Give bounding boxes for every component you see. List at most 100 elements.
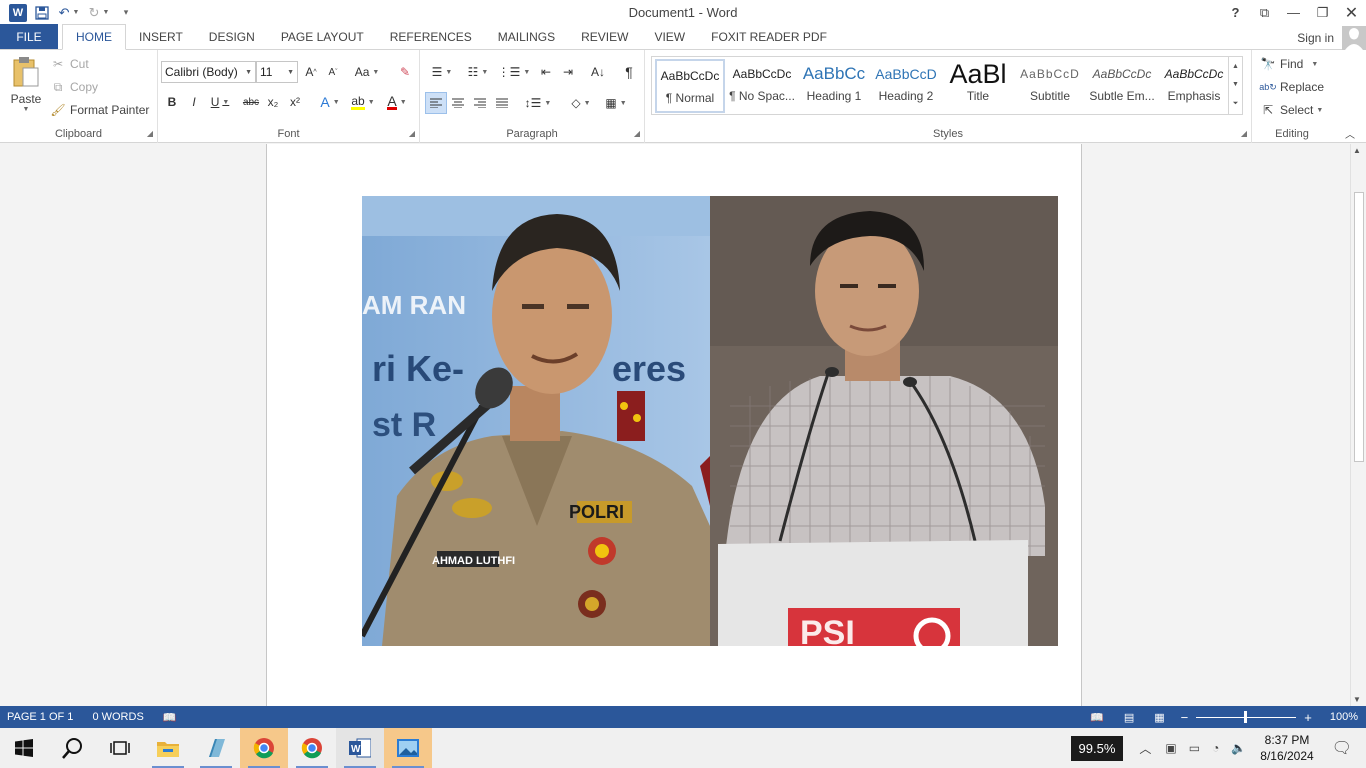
document-page[interactable]: AM RAN ri Ke- eres st R POLRI AHMAD LUTH…: [266, 144, 1082, 706]
print-layout-icon[interactable]: ▤: [1124, 711, 1134, 724]
proofing-icon[interactable]: 📖: [163, 711, 177, 724]
zoom-in-icon[interactable]: +: [1304, 710, 1312, 725]
show-marks-button[interactable]: ¶: [618, 61, 640, 83]
chrome-profile-icon[interactable]: [288, 728, 336, 768]
clear-formatting-icon[interactable]: ✎: [394, 61, 416, 83]
shrink-font-button[interactable]: Aˇ: [322, 61, 344, 83]
battery-icon[interactable]: ▭: [1189, 741, 1200, 755]
page-count[interactable]: PAGE 1 OF 1: [7, 711, 73, 723]
minimize-icon[interactable]: —: [1279, 0, 1308, 25]
image-right-speaker[interactable]: PSI: [710, 196, 1058, 646]
avatar[interactable]: [1342, 25, 1366, 50]
shading-icon[interactable]: ◇ ▼: [565, 92, 597, 114]
style-title[interactable]: AaBl Title: [943, 59, 1013, 113]
cut-button[interactable]: ✂ Cut: [50, 56, 89, 72]
wifi-icon[interactable]: ◔: [1212, 741, 1219, 755]
read-mode-icon[interactable]: 📖: [1090, 711, 1104, 724]
numbering-icon[interactable]: ☷ ▼: [462, 61, 494, 83]
task-view-icon[interactable]: [96, 728, 144, 768]
align-right-icon[interactable]: [469, 92, 491, 114]
undo-icon[interactable]: ↶ ▼: [54, 2, 84, 24]
zoom-level[interactable]: 100%: [1330, 711, 1358, 723]
tab-home[interactable]: HOME: [62, 24, 126, 50]
tab-foxit-reader-pdf[interactable]: FOXIT READER PDF: [698, 24, 840, 49]
sign-in-link[interactable]: Sign in: [1297, 31, 1334, 45]
style-no-spacing[interactable]: AaBbCcDc ¶ No Spac...: [727, 59, 797, 113]
restore-icon[interactable]: ❐: [1308, 0, 1337, 25]
gallery-down-icon[interactable]: ▼: [1232, 81, 1239, 88]
copy-button[interactable]: ⧉ Copy: [50, 79, 98, 95]
tab-review[interactable]: REVIEW: [568, 24, 641, 49]
superscript-button[interactable]: x²: [284, 91, 306, 113]
font-size-combo[interactable]: 11 ▼: [256, 61, 298, 83]
zoom-slider[interactable]: [1196, 710, 1297, 723]
scroll-down-icon[interactable]: ▼: [1353, 695, 1361, 704]
font-launcher-icon[interactable]: ◢: [409, 129, 415, 138]
bullets-icon[interactable]: ☰ ▼: [426, 61, 458, 83]
replace-button[interactable]: ab↻ Replace: [1259, 79, 1324, 95]
document-area[interactable]: AM RAN ri Ke- eres st R POLRI AHMAD LUTH…: [0, 144, 1350, 706]
word-count[interactable]: 0 WORDS: [92, 711, 143, 723]
paste-dropdown-icon[interactable]: ▼: [23, 106, 30, 113]
zoom-slider-knob[interactable]: [1244, 710, 1248, 723]
collapse-ribbon-icon[interactable]: ︿: [1345, 126, 1355, 141]
select-button[interactable]: ⇱ Select ▼: [1260, 102, 1323, 118]
style-heading-1[interactable]: AaBbCc Heading 1: [799, 59, 869, 113]
gallery-more-icon[interactable]: ⏷: [1233, 100, 1239, 108]
close-icon[interactable]: ✕: [1337, 0, 1366, 25]
help-icon[interactable]: ?: [1221, 0, 1250, 25]
decrease-indent-icon[interactable]: ⇤: [535, 61, 557, 83]
bold-button[interactable]: B: [161, 91, 183, 113]
zoom-out-icon[interactable]: −: [1181, 710, 1189, 725]
photos-icon[interactable]: [384, 728, 432, 768]
multilevel-list-icon[interactable]: ⋮☰ ▼: [498, 61, 531, 83]
borders-icon[interactable]: ▦ ▼: [600, 92, 632, 114]
scroll-thumb[interactable]: [1354, 192, 1364, 462]
subscript-button[interactable]: x₂: [262, 91, 284, 113]
style-heading-2[interactable]: AaBbCcD Heading 2: [871, 59, 941, 113]
font-color-button[interactable]: A ▼: [382, 91, 412, 113]
style-emphasis[interactable]: AaBbCcDc Emphasis: [1159, 59, 1229, 113]
tab-file[interactable]: FILE: [0, 24, 58, 49]
align-left-icon[interactable]: [425, 92, 447, 114]
italic-button[interactable]: I: [183, 91, 205, 113]
increase-indent-icon[interactable]: ⇥: [557, 61, 579, 83]
sort-icon[interactable]: A↓: [587, 61, 609, 83]
scroll-up-icon[interactable]: ▲: [1353, 146, 1361, 155]
style-subtitle[interactable]: AaBbCcD Subtitle: [1015, 59, 1085, 113]
justify-icon[interactable]: [491, 92, 513, 114]
tab-view[interactable]: VIEW: [641, 24, 698, 49]
paste-button[interactable]: Paste ▼: [8, 56, 44, 113]
tab-references[interactable]: REFERENCES: [377, 24, 485, 49]
strikethrough-button[interactable]: abc: [240, 91, 262, 113]
clipboard-launcher-icon[interactable]: ◢: [147, 129, 153, 138]
text-effects-button[interactable]: A ▼: [316, 91, 344, 113]
paragraph-launcher-icon[interactable]: ◢: [634, 129, 640, 138]
format-painter-button[interactable]: 🖌 Format Painter: [50, 102, 149, 118]
style-normal[interactable]: AaBbCcDc ¶ Normal: [655, 59, 725, 113]
web-layout-icon[interactable]: ▦: [1154, 711, 1164, 724]
gallery-up-icon[interactable]: ▲: [1232, 63, 1239, 70]
clock[interactable]: 8:37 PM 8/16/2024: [1260, 732, 1313, 764]
notifications-icon[interactable]: 🗨: [1332, 738, 1352, 758]
find-button[interactable]: 🔭 Find ▼: [1260, 56, 1319, 72]
app-icon[interactable]: [192, 728, 240, 768]
style-subtle-emphasis[interactable]: AaBbCcDc Subtle Em...: [1087, 59, 1157, 113]
chrome-icon[interactable]: [240, 728, 288, 768]
styles-launcher-icon[interactable]: ◢: [1241, 129, 1247, 138]
file-explorer-icon[interactable]: [144, 728, 192, 768]
line-spacing-icon[interactable]: ↕☰ ▼: [523, 92, 553, 114]
underline-button[interactable]: U ▼: [205, 91, 235, 113]
change-case-button[interactable]: Aa ▼: [352, 61, 382, 83]
tab-page-layout[interactable]: PAGE LAYOUT: [268, 24, 377, 49]
redo-icon[interactable]: ↻ ▼: [84, 2, 114, 24]
volume-icon[interactable]: 🔈: [1231, 741, 1246, 755]
font-name-combo[interactable]: Calibri (Body) ▼: [161, 61, 256, 83]
tab-design[interactable]: DESIGN: [196, 24, 268, 49]
tab-insert[interactable]: INSERT: [126, 24, 196, 49]
search-icon[interactable]: [48, 728, 96, 768]
grow-font-button[interactable]: A ^: [300, 61, 322, 83]
ribbon-display-icon[interactable]: ⧉: [1250, 0, 1279, 25]
save-icon[interactable]: [30, 2, 54, 24]
tab-mailings[interactable]: MAILINGS: [485, 24, 568, 49]
